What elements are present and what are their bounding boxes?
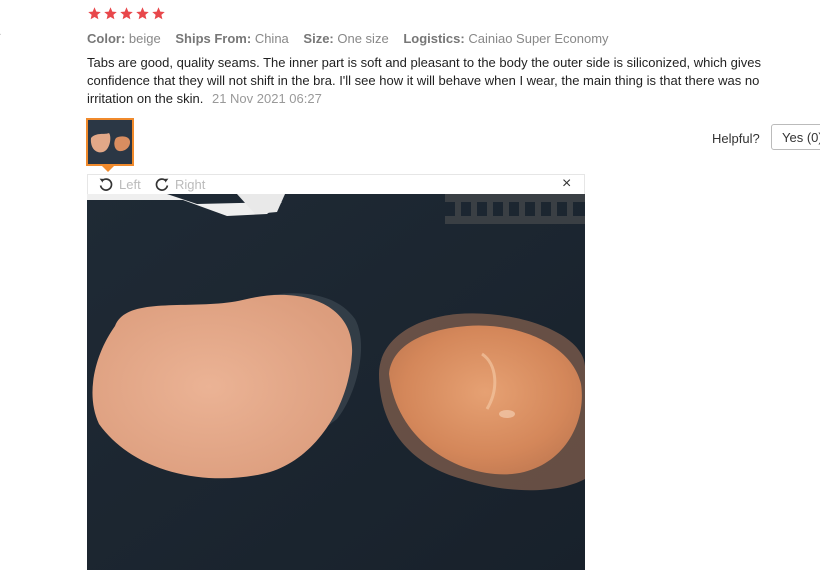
rating-stars xyxy=(87,6,166,21)
rotate-right-label: Right xyxy=(175,176,206,192)
rotate-right-button[interactable]: Right xyxy=(154,176,205,192)
attribute-ships-from: Ships From: China xyxy=(175,31,289,46)
rotate-left-icon xyxy=(99,178,113,191)
thumbnail-pointer xyxy=(102,166,114,172)
review-body: Tabs are good, quality seams. The inner … xyxy=(87,54,807,108)
review-date: 21 Nov 2021 06:27 xyxy=(211,91,322,106)
rotate-left-label: Left xyxy=(119,176,141,192)
star-icon xyxy=(120,7,133,20)
review-photo-large xyxy=(87,194,585,570)
review-photo xyxy=(87,194,585,570)
rotate-left-button[interactable]: Left xyxy=(98,176,141,192)
attribute-color: Color: beige xyxy=(87,31,161,46)
review-photo-thumbnail[interactable] xyxy=(86,118,134,166)
attribute-size: Size: One size xyxy=(303,31,389,46)
thumbnail-image xyxy=(88,120,132,164)
star-icon xyxy=(136,7,149,20)
star-icon xyxy=(152,7,165,20)
image-viewer-toolbar: Left Right × xyxy=(87,174,585,194)
rotate-right-icon xyxy=(155,178,169,191)
helpful-label: Helpful? xyxy=(712,131,760,146)
review-attributes: Color: beige Ships From: China Size: One… xyxy=(87,31,620,46)
star-icon xyxy=(104,7,117,20)
attribute-logistics: Logistics: Cainiao Super Economy xyxy=(403,31,609,46)
helpful-yes-button[interactable]: Yes (0) xyxy=(771,124,820,150)
close-viewer-icon[interactable]: × xyxy=(562,176,576,192)
star-icon xyxy=(88,7,101,20)
review-text: Tabs are good, quality seams. The inner … xyxy=(87,55,761,106)
